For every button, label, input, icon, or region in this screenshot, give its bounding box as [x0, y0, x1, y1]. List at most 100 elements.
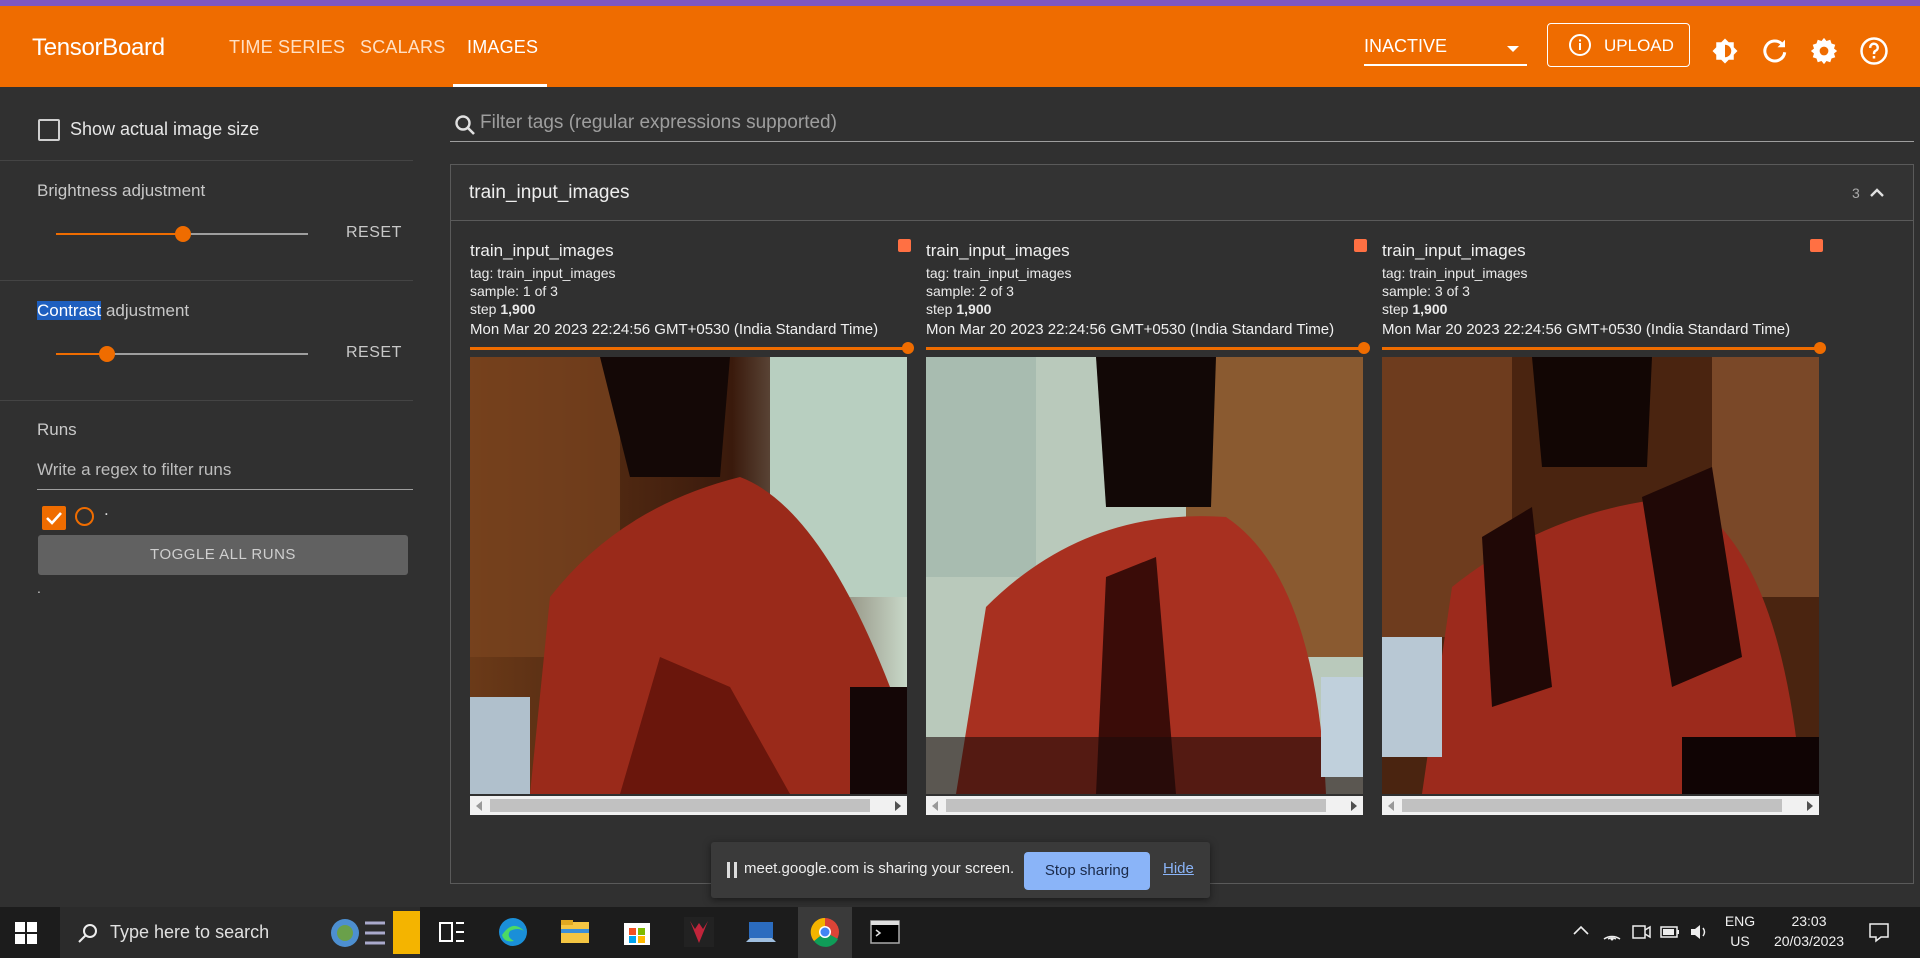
- run-color-circle[interactable]: [75, 507, 94, 526]
- terminal-icon[interactable]: [868, 915, 902, 949]
- card-title: train_input_images: [926, 241, 1070, 260]
- card-timestamp: Mon Mar 20 2023 22:24:56 GMT+0530 (India…: [1382, 321, 1791, 338]
- card-timestamp: Mon Mar 20 2023 22:24:56 GMT+0530 (India…: [926, 321, 1335, 338]
- contrast-word-selected: Contrast: [37, 301, 102, 320]
- scroll-right-arrow-icon[interactable]: [1807, 801, 1813, 811]
- scroll-left-arrow-icon[interactable]: [476, 801, 482, 811]
- theme-toggle-icon[interactable]: [1710, 36, 1740, 66]
- check-icon: [46, 512, 62, 525]
- chevron-up-icon[interactable]: [1571, 921, 1591, 941]
- brightness-slider-fill: [56, 233, 183, 235]
- card-step: step 1,900: [926, 301, 992, 317]
- reload-status-select[interactable]: INACTIVE: [1364, 30, 1527, 66]
- image-horizontal-scrollbar[interactable]: [926, 796, 1363, 815]
- reload-icon[interactable]: [1760, 36, 1790, 66]
- predator-sense-icon[interactable]: [682, 915, 716, 949]
- tab-time-series[interactable]: TIME SERIES: [229, 37, 345, 58]
- language-code: ENG: [1724, 913, 1756, 929]
- card-timestamp: Mon Mar 20 2023 22:24:56 GMT+0530 (India…: [470, 321, 879, 338]
- pin-icon[interactable]: [1354, 239, 1367, 252]
- edge-browser-icon[interactable]: [496, 915, 530, 949]
- card-tag: tag: train_input_images: [470, 265, 616, 281]
- divider: [0, 400, 413, 401]
- battery-icon[interactable]: [1659, 921, 1681, 943]
- brightness-reset-button[interactable]: RESET: [346, 224, 402, 242]
- input-language[interactable]: ENG US: [1718, 913, 1762, 949]
- step-slider-thumb[interactable]: [902, 342, 914, 354]
- network-icon[interactable]: [1601, 921, 1623, 943]
- meet-indicator-icon[interactable]: [1630, 921, 1652, 943]
- taskbar-search-box[interactable]: Type here to search: [60, 907, 420, 958]
- runs-filter-input[interactable]: Write a regex to filter runs: [37, 460, 413, 490]
- runs-filter-placeholder: Write a regex to filter runs: [37, 460, 232, 479]
- run-name: .: [104, 500, 109, 519]
- runs-footer-dot: .: [37, 580, 41, 596]
- image-horizontal-scrollbar[interactable]: [1382, 796, 1819, 815]
- file-explorer-icon[interactable]: [558, 915, 592, 949]
- scroll-thumb[interactable]: [1402, 799, 1782, 812]
- contrast-reset-button[interactable]: RESET: [346, 344, 402, 362]
- card-title: train_input_images: [1382, 241, 1526, 260]
- contrast-label: Contrast adjustment: [37, 301, 189, 321]
- brightness-slider-thumb[interactable]: [175, 226, 191, 242]
- image-horizontal-scrollbar[interactable]: [470, 796, 907, 815]
- volume-icon[interactable]: [1688, 921, 1710, 943]
- step-slider-track[interactable]: [1382, 347, 1819, 350]
- clock-date: 20/03/2023: [1773, 933, 1845, 949]
- upload-label: UPLOAD: [1604, 36, 1674, 55]
- tag-group-title: train_input_images: [469, 182, 630, 203]
- tag-group-count: 3: [1852, 185, 1860, 201]
- tag-filter-input[interactable]: Filter tags (regular expressions support…: [450, 106, 1914, 142]
- divider: [0, 280, 413, 281]
- image-card: train_input_images tag: train_input_imag…: [1382, 237, 1826, 837]
- card-step: step 1,900: [1382, 301, 1448, 317]
- chevron-up-icon[interactable]: [1867, 183, 1887, 203]
- share-message: meet.google.com is sharing your screen.: [744, 860, 1015, 877]
- card-tag: tag: train_input_images: [1382, 265, 1528, 281]
- card-sample: sample: 2 of 3: [926, 283, 1014, 299]
- step-slider-thumb[interactable]: [1358, 342, 1370, 354]
- microsoft-store-icon[interactable]: [620, 915, 654, 949]
- windows-start-icon[interactable]: [14, 921, 38, 945]
- tab-images[interactable]: IMAGES: [467, 37, 538, 58]
- tab-scalars[interactable]: SCALARS: [360, 37, 445, 58]
- scroll-right-arrow-icon[interactable]: [1351, 801, 1357, 811]
- pin-icon[interactable]: [898, 239, 911, 252]
- card-step: step 1,900: [470, 301, 536, 317]
- help-icon[interactable]: [1859, 36, 1889, 66]
- app-window-icon[interactable]: [744, 915, 778, 949]
- task-view-icon[interactable]: [435, 915, 469, 949]
- scroll-right-arrow-icon[interactable]: [895, 801, 901, 811]
- scroll-thumb[interactable]: [946, 799, 1326, 812]
- chevron-down-icon: [1507, 46, 1519, 52]
- stop-sharing-button[interactable]: Stop sharing: [1024, 852, 1150, 890]
- info-icon: [1569, 34, 1591, 56]
- settings-gear-icon[interactable]: [1809, 36, 1839, 66]
- scroll-left-arrow-icon[interactable]: [1388, 801, 1394, 811]
- app-title[interactable]: TensorBoard: [32, 34, 165, 62]
- contrast-label-rest: adjustment: [101, 301, 190, 320]
- pin-icon[interactable]: [1810, 239, 1823, 252]
- toggle-all-runs-button[interactable]: TOGGLE ALL RUNS: [38, 535, 408, 575]
- card-tag: tag: train_input_images: [926, 265, 1072, 281]
- contrast-slider-thumb[interactable]: [99, 346, 115, 362]
- tag-group-header[interactable]: train_input_images 3: [451, 165, 1913, 221]
- upload-button[interactable]: UPLOAD: [1547, 23, 1690, 67]
- step-slider-track[interactable]: [926, 347, 1363, 350]
- settings-sidebar: Show actual image size Brightness adjust…: [0, 87, 413, 907]
- hide-banner-link[interactable]: Hide: [1163, 860, 1194, 877]
- clock-time: 23:03: [1791, 913, 1827, 929]
- show-actual-size-label: Show actual image size: [70, 119, 260, 139]
- step-slider-track[interactable]: [470, 347, 907, 350]
- show-actual-size-checkbox[interactable]: [38, 119, 60, 141]
- notifications-icon[interactable]: [1867, 920, 1891, 944]
- brightness-label: Brightness adjustment: [37, 181, 206, 200]
- chrome-browser-icon[interactable]: [808, 915, 842, 949]
- step-slider-thumb[interactable]: [1814, 342, 1826, 354]
- active-tab-indicator: [453, 84, 547, 87]
- windows-taskbar: Type here to search ENG US 23:03 20/03/2…: [0, 907, 1920, 958]
- run-checkbox-checked[interactable]: [42, 506, 66, 530]
- scroll-thumb[interactable]: [490, 799, 870, 812]
- system-clock[interactable]: 23:03 20/03/2023: [1764, 913, 1854, 949]
- scroll-left-arrow-icon[interactable]: [932, 801, 938, 811]
